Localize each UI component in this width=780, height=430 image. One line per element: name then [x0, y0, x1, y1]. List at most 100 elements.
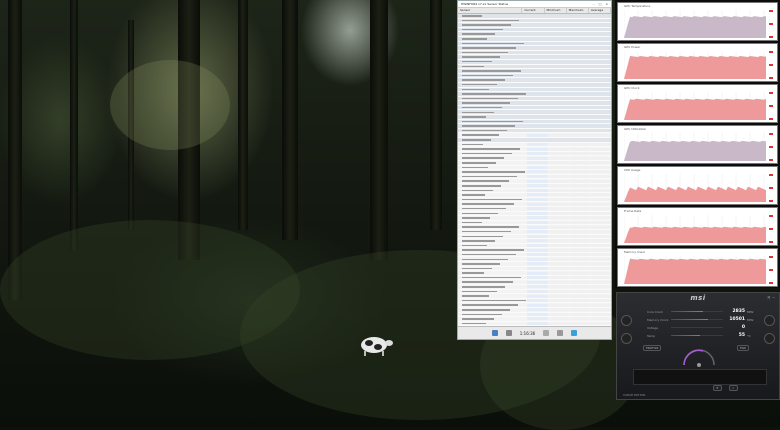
sensor-value: [549, 308, 569, 311]
afterburner-slider[interactable]: Temp55°C: [647, 333, 751, 338]
sensor-value: [570, 258, 590, 261]
sensor-value: [549, 317, 569, 320]
sensor-value: [591, 276, 611, 279]
clock-icon[interactable]: [506, 330, 512, 336]
sensor-value: [549, 207, 569, 210]
afterburner-slider[interactable]: Core Clock2835MHz: [647, 309, 753, 314]
right-round-button[interactable]: [764, 315, 775, 326]
close-icon[interactable]: × –: [767, 295, 775, 301]
sensor-name: [458, 74, 611, 78]
sensor-name: [458, 193, 526, 197]
graph-caption: Frame Rate: [624, 209, 641, 213]
sensor-name: [458, 170, 526, 174]
graph-panel[interactable]: GPU Power: [617, 43, 778, 82]
slider-track[interactable]: [671, 335, 723, 337]
close-x-icon[interactable]: [571, 330, 577, 336]
fan-button[interactable]: FAN: [737, 345, 749, 351]
sensor-value: [591, 281, 611, 284]
reset-button[interactable]: ↺: [713, 385, 722, 391]
graph-panel[interactable]: GPU Clock: [617, 84, 778, 123]
sensor-value: [549, 281, 569, 284]
column-current[interactable]: Current: [522, 8, 544, 13]
minimize-icon[interactable]: –: [593, 2, 595, 6]
reset-icon[interactable]: [557, 330, 563, 336]
sensor-value: [549, 180, 569, 183]
hwinfo-window[interactable]: HWiNFO64 v7.xx Sensor Status –□× Sensor …: [457, 0, 612, 340]
sensor-name: [458, 202, 526, 206]
sensor-value: [549, 143, 569, 146]
graph-marker: [769, 174, 773, 176]
sensor-value: [570, 281, 590, 284]
sensor-value: [549, 198, 569, 201]
sensor-value: [527, 221, 547, 224]
slider-value: 55: [729, 333, 745, 338]
sensor-value: [591, 189, 611, 192]
sensor-name: [458, 64, 611, 68]
afterburner-slider[interactable]: Voltage0: [647, 325, 747, 330]
sensor-value: [527, 262, 547, 265]
graph-panel[interactable]: GPU Temperature: [617, 2, 778, 41]
afterburner-window[interactable]: msi × – Core Clock2835MHzMemory Clock105…: [616, 292, 780, 400]
sensor-value: [591, 143, 611, 146]
left-round-button[interactable]: [621, 315, 632, 326]
sensor-value: [570, 207, 590, 210]
sensor-value: [570, 198, 590, 201]
column-maximum[interactable]: Maximum: [567, 8, 589, 13]
settings-icon[interactable]: [543, 330, 549, 336]
slider-track[interactable]: [671, 327, 723, 329]
hwinfo-titlebar[interactable]: HWiNFO64 v7.xx Sensor Status –□×: [458, 1, 611, 8]
graph-markers: [767, 133, 775, 161]
graph-series: [624, 16, 766, 38]
sensor-value: [549, 244, 569, 247]
sensor-value: [570, 170, 590, 173]
sensor-name: [458, 211, 526, 215]
graph-caption: GPU Power: [624, 45, 640, 49]
sensor-name: [458, 175, 526, 179]
slider-label: Voltage: [647, 326, 671, 330]
slider-track[interactable]: [671, 319, 723, 321]
sensor-value: [591, 212, 611, 215]
graph-panel[interactable]: Frame Rate: [617, 207, 778, 246]
sensor-value: [570, 148, 590, 151]
sensor-name: [458, 41, 611, 45]
sensor-name: [458, 221, 526, 225]
sensor-value: [591, 184, 611, 187]
close-icon[interactable]: ×: [605, 2, 608, 6]
sensor-value: [549, 134, 569, 137]
sensor-value: [527, 207, 547, 210]
sensor-value: [527, 308, 547, 311]
right-round-button[interactable]: [764, 333, 775, 344]
sensor-value: [549, 290, 569, 293]
slider-track[interactable]: [671, 311, 723, 313]
sensor-value: [549, 221, 569, 224]
afterburner-slider[interactable]: Memory Clock10501MHz: [647, 317, 753, 322]
sensor-name: [458, 28, 611, 32]
sensor-value: [570, 143, 590, 146]
column-sensor[interactable]: Sensor: [458, 8, 522, 13]
sensor-name: [458, 14, 611, 18]
maximize-icon[interactable]: □: [599, 2, 602, 6]
left-round-button[interactable]: [621, 333, 632, 344]
slider-label: Core Clock: [647, 310, 671, 314]
column-minimum[interactable]: Minimum: [545, 8, 567, 13]
sensor-value: [527, 249, 547, 252]
sensor-value: [527, 258, 547, 261]
curve-editor-link[interactable]: CURVE EDITOR: [623, 393, 645, 397]
graph-panel[interactable]: CPU Usage: [617, 166, 778, 205]
graph-marker: [769, 241, 773, 243]
graph-markers: [767, 174, 775, 202]
graph-panel[interactable]: Memory Used: [617, 248, 778, 287]
profile-button[interactable]: PROFILE: [643, 345, 661, 351]
sensor-name: [458, 165, 526, 169]
graph-plot: [624, 215, 766, 243]
apply-button[interactable]: ✓: [729, 385, 738, 391]
sensor-list[interactable]: [458, 14, 611, 340]
network-icon[interactable]: [492, 330, 498, 336]
graph-marker: [769, 215, 773, 217]
graph-panel[interactable]: GPU Utilization: [617, 125, 778, 164]
sensor-name: [458, 280, 526, 284]
sensor-value: [549, 285, 569, 288]
graph-markers: [767, 92, 775, 120]
graph-caption: GPU Clock: [624, 86, 639, 90]
column-average[interactable]: Average: [589, 8, 611, 13]
